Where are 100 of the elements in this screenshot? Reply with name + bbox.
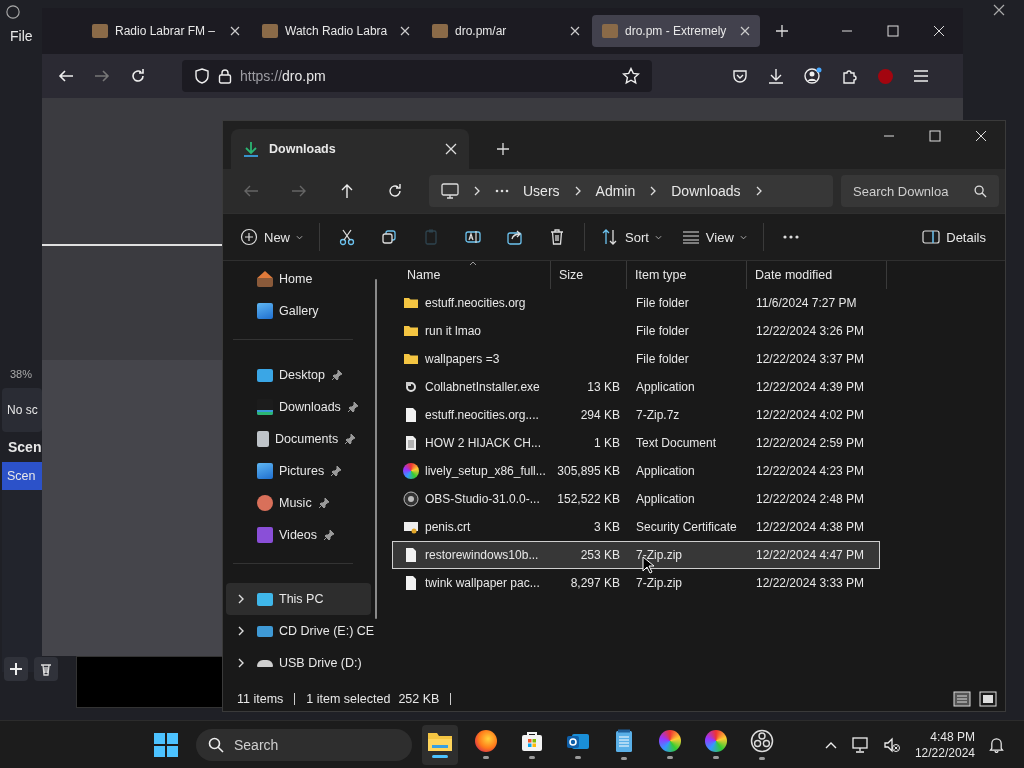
explorer-tab[interactable]: Downloads: [231, 129, 469, 169]
chevron-right-icon: [473, 186, 481, 196]
text-file-icon: [403, 435, 419, 451]
folder-icon: [403, 295, 419, 311]
breadcrumb-item[interactable]: Users: [523, 183, 560, 199]
file-row[interactable]: estuff.neocities.org.... 294 KB 7-Zip.7z 12/22/2024 4:02 PM: [392, 401, 880, 429]
back-arrow-icon[interactable]: [58, 68, 74, 84]
date-modified: 12/22/2024 4:39 PM: [756, 380, 865, 394]
file-size: 8,297 KB: [570, 576, 620, 590]
column-header[interactable]: Item type: [627, 261, 747, 289]
file-row[interactable]: lively_setup_x86_full... 305,895 KB Application 12/22/2024 4:23 PM: [392, 457, 880, 485]
share-icon: [506, 228, 524, 246]
search-field[interactable]: Search: [196, 728, 412, 761]
store-icon: [521, 730, 543, 752]
new-tab-icon[interactable]: [776, 25, 788, 37]
browser-tab[interactable]: Radio Labrar FM –: [82, 15, 250, 47]
sidebar-item[interactable]: Music: [223, 487, 369, 519]
file-row[interactable]: restorewindows10b... 253 KB 7-Zip.zip 12/22/2024 4:47 PM: [392, 541, 880, 569]
folder-icon: [403, 351, 419, 367]
scene-item[interactable]: Scen: [2, 462, 42, 490]
file-name: penis.crt: [425, 520, 471, 534]
maximize-icon[interactable]: [887, 25, 899, 37]
breadcrumb-item[interactable]: Downloads: [671, 183, 741, 199]
puzzle-icon[interactable]: [842, 68, 858, 84]
chevron-up-icon[interactable]: [824, 740, 837, 749]
taskbar-app[interactable]: [422, 724, 458, 765]
file-type: File folder: [636, 352, 689, 366]
close-icon[interactable]: [400, 26, 410, 36]
tab-title: dro.pm - Extremely: [625, 24, 728, 38]
browser-tab[interactable]: dro.pm/ar: [422, 15, 590, 47]
file-row[interactable]: twink wallpaper pac... 8,297 KB 7-Zip.zip 12/22/2024 3:33 PM: [392, 569, 880, 597]
sidebar-item[interactable]: Pictures: [223, 455, 369, 487]
sidebar-item[interactable]: Home: [223, 263, 369, 295]
column-header[interactable]: Name: [399, 261, 551, 289]
star-icon[interactable]: [622, 67, 640, 85]
color-wheel-icon: [705, 730, 727, 752]
file-name: HOW 2 HIJACK CH...: [425, 436, 541, 450]
file-row[interactable]: CollabnetInstaller.exe 13 KB Application 12/22/2024 4:39 PM: [392, 373, 880, 401]
more-icon[interactable]: [495, 189, 509, 193]
up-arrow-icon[interactable]: [339, 183, 355, 199]
color-wheel-icon: [659, 730, 681, 752]
pocket-icon[interactable]: [732, 68, 748, 84]
close-icon[interactable]: [993, 4, 1005, 16]
forward-arrow-icon[interactable]: [94, 68, 110, 84]
file-row[interactable]: run it lmao File folder 12/22/2024 3:26 PM: [392, 317, 880, 345]
clock-time[interactable]: 4:48 PM: [930, 728, 975, 745]
sidebar-item[interactable]: Downloads: [223, 391, 369, 423]
menu-icon[interactable]: [913, 69, 929, 83]
windows-logo-icon[interactable]: [154, 732, 178, 757]
file-row[interactable]: estuff.neocities.org File folder 11/6/2024 7:27 PM: [392, 289, 880, 317]
tiles-view-icon[interactable]: [979, 691, 997, 707]
sidebar-item[interactable]: Gallery: [223, 295, 369, 327]
sort-button[interactable]: Sort: [592, 220, 671, 254]
sidebar-item[interactable]: Documents: [223, 423, 369, 455]
chevron-right-icon[interactable]: [237, 594, 245, 604]
chevron-right-icon[interactable]: [237, 626, 245, 636]
close-icon[interactable]: [740, 26, 750, 36]
clock-date[interactable]: 12/22/2024: [914, 744, 975, 761]
details-button[interactable]: Details: [913, 220, 995, 254]
new-tab-icon[interactable]: [497, 143, 509, 155]
new-button[interactable]: New: [231, 220, 312, 254]
browser-tab[interactable]: Watch Radio Labra: [252, 15, 420, 47]
file-row[interactable]: penis.crt 3 KB Security Certificate 12/22/2024 4:38 PM: [392, 513, 880, 541]
tab-title: Downloads: [269, 142, 337, 156]
date-modified: 12/22/2024 3:26 PM: [756, 324, 865, 338]
column-header[interactable]: Date modified: [747, 261, 887, 289]
browser-tab[interactable]: dro.pm - Extremely: [592, 15, 760, 47]
speaker-muted-icon[interactable]: [882, 736, 901, 753]
sidebar-item[interactable]: Desktop: [223, 359, 369, 391]
reload-icon[interactable]: [130, 68, 146, 84]
breadcrumb-item[interactable]: Admin: [595, 183, 636, 199]
delete-button[interactable]: [34, 657, 58, 681]
address-bar[interactable]: https://dro.pm: [182, 60, 652, 92]
column-header[interactable]: Size: [551, 261, 627, 289]
sidebar-item[interactable]: This PC: [226, 583, 371, 615]
search-field[interactable]: Search Downloa: [841, 175, 999, 207]
forward-arrow-icon[interactable]: [291, 183, 307, 199]
sidebar-item[interactable]: Videos: [223, 519, 369, 551]
close-icon[interactable]: [230, 26, 240, 36]
refresh-icon[interactable]: [387, 183, 403, 199]
details-view-icon[interactable]: [953, 691, 971, 707]
trash-icon: [39, 662, 53, 676]
desktop-icon: [257, 368, 273, 382]
account-icon[interactable]: [804, 67, 822, 85]
file-row[interactable]: wallpapers =3 File folder 12/22/2024 3:37 PM: [392, 345, 880, 373]
sidebar-item[interactable]: USB Drive (D:): [226, 647, 371, 679]
file-row[interactable]: HOW 2 HIJACK CH... 1 KB Text Document 12/22/2024 2:59 PM: [392, 429, 880, 457]
close-icon[interactable]: [570, 26, 580, 36]
view-button[interactable]: View: [672, 220, 756, 254]
file-type: Application: [636, 464, 695, 478]
installer-icon: [403, 379, 419, 395]
chevron-right-icon[interactable]: [237, 658, 245, 668]
disc-icon: [403, 491, 419, 507]
bell-icon[interactable]: [989, 736, 1004, 753]
menu-item[interactable]: File: [10, 28, 33, 44]
file-row[interactable]: OBS-Studio-31.0.0-... 152,522 KB Application 12/22/2024 2:48 PM: [392, 485, 880, 513]
network-icon[interactable]: [850, 736, 869, 753]
address-bar[interactable]: Users Admin Downloads: [429, 175, 833, 207]
maximize-icon[interactable]: [929, 130, 941, 142]
add-button[interactable]: [4, 657, 28, 681]
